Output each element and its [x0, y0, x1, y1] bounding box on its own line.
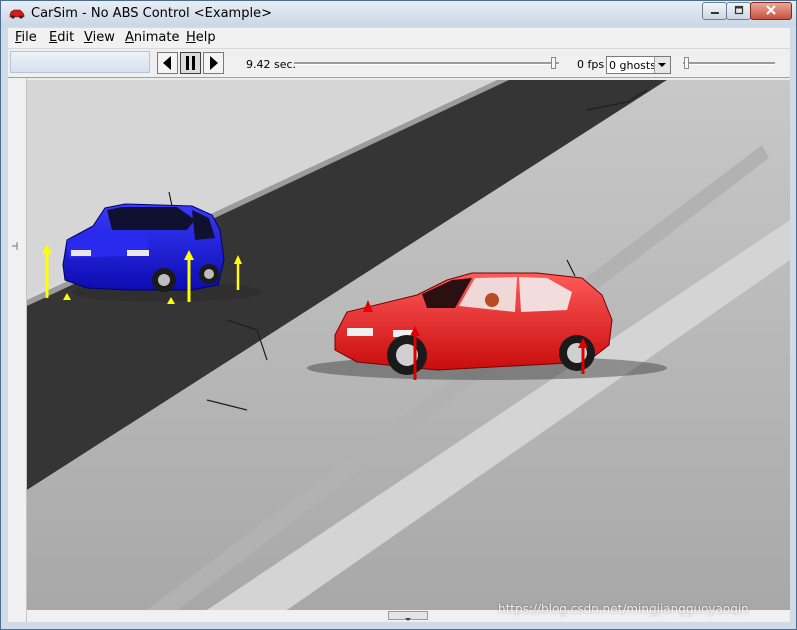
ghost-slider-thumb[interactable]: [684, 57, 689, 69]
time-slider-thumb[interactable]: [550, 57, 556, 69]
play-button[interactable]: [203, 52, 224, 74]
menu-bar: File Edit View Animate Help: [8, 28, 790, 49]
step-back-button[interactable]: [157, 52, 178, 74]
maximize-icon: [734, 5, 743, 15]
splitter-grip-icon: [12, 242, 18, 250]
time-slider-track[interactable]: [294, 62, 559, 65]
animation-frame: [8, 78, 790, 622]
minimize-button[interactable]: [702, 2, 727, 20]
pause-button[interactable]: [180, 52, 201, 74]
maximize-button[interactable]: [726, 2, 751, 20]
vertical-splitter[interactable]: [8, 78, 27, 622]
pause-icon: [186, 56, 195, 70]
menu-animate[interactable]: Animate: [125, 30, 179, 45]
window-title: CarSim - No ABS Control <Example>: [31, 6, 272, 21]
menu-file[interactable]: File: [15, 30, 37, 45]
ghosts-value: 0 ghosts: [609, 59, 656, 72]
ghosts-dropdown-arrow[interactable]: [654, 57, 670, 73]
menu-view[interactable]: View: [84, 30, 115, 45]
play-icon: [210, 56, 218, 70]
ghosts-dropdown[interactable]: 0 ghosts: [606, 56, 671, 74]
chevron-down-icon: [658, 63, 666, 67]
toolbar-grip: [10, 51, 150, 73]
close-button[interactable]: [750, 2, 792, 20]
fps-readout: 0 fps: [577, 58, 605, 71]
close-icon: [766, 5, 776, 15]
time-readout: 9.42 sec.: [246, 58, 297, 71]
title-bar[interactable]: CarSim - No ABS Control <Example>: [1, 1, 796, 26]
carsim-app-icon: [9, 9, 25, 19]
app-window: CarSim - No ABS Control <Example> File E…: [0, 0, 797, 630]
playback-toolbar: 9.42 sec. 0 fps 0 ghosts: [8, 49, 790, 78]
watermark: https://blog.csdn.net/mingjiangguoyaoqin: [498, 602, 749, 616]
scene-render: [27, 80, 790, 610]
chevron-down-icon: [405, 618, 411, 621]
splitter-grip[interactable]: [388, 611, 428, 621]
minimize-icon: [710, 12, 719, 14]
ghost-slider-track[interactable]: [683, 62, 775, 65]
3d-viewport[interactable]: [27, 80, 790, 610]
step-back-icon: [163, 56, 171, 70]
menu-edit[interactable]: Edit: [49, 30, 74, 45]
menu-help[interactable]: Help: [186, 30, 216, 45]
